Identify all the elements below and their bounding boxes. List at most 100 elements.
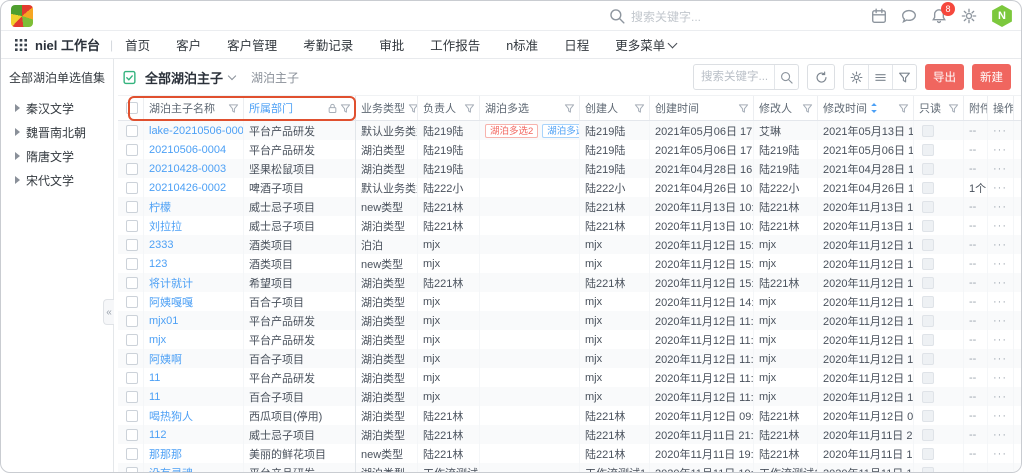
row-checkbox[interactable] — [126, 220, 138, 232]
filter-icon[interactable] — [738, 103, 749, 114]
filter-icon[interactable] — [634, 103, 645, 114]
table-search[interactable]: 搜索关键字... — [693, 64, 799, 90]
filter-icon[interactable] — [464, 103, 475, 114]
sidebar-item-1[interactable]: 魏晋南北朝 — [9, 120, 113, 144]
row-more-icon[interactable]: ··· — [993, 467, 1007, 474]
cell-name[interactable]: lake-20210506-0005 — [144, 121, 244, 140]
row-more-icon[interactable]: ··· — [993, 315, 1007, 327]
column-header-name[interactable]: 湖泊主子名称 — [144, 96, 244, 120]
row-checkbox[interactable] — [126, 334, 138, 346]
cell-ops[interactable]: ··· — [988, 178, 1014, 197]
nav-item-1[interactable]: 客户 — [176, 35, 201, 54]
row-checkbox[interactable] — [126, 182, 138, 194]
column-header-type[interactable]: 业务类型 — [356, 96, 418, 120]
row-more-icon[interactable]: ··· — [993, 182, 1007, 194]
row-checkbox[interactable] — [126, 391, 138, 403]
cell-name[interactable]: 20210426-0002 — [144, 178, 244, 197]
nav-more-menu[interactable]: 更多菜单 — [615, 35, 676, 54]
select-all-checkbox[interactable] — [126, 102, 138, 114]
cell-ops[interactable]: ··· — [988, 197, 1014, 216]
row-checkbox[interactable] — [126, 448, 138, 460]
nav-item-0[interactable]: 首页 — [125, 35, 150, 54]
view-chevron-down-icon[interactable] — [228, 72, 236, 80]
column-header-tags[interactable]: 湖泊多选 — [480, 96, 580, 120]
cell-name[interactable]: 刘拉拉 — [144, 216, 244, 235]
row-checkbox[interactable] — [126, 277, 138, 289]
row-more-icon[interactable]: ··· — [993, 296, 1007, 308]
global-search[interactable]: 搜索关键字... — [609, 8, 701, 25]
filter-icon[interactable] — [564, 103, 575, 114]
cell-name[interactable]: mjx — [144, 330, 244, 349]
cell-ops[interactable]: ··· — [988, 406, 1014, 425]
row-more-icon[interactable]: ··· — [993, 239, 1007, 251]
row-checkbox[interactable] — [126, 144, 138, 156]
row-more-icon[interactable]: ··· — [993, 410, 1007, 422]
refresh-button[interactable] — [807, 64, 835, 90]
calendar-icon[interactable] — [871, 8, 887, 24]
row-checkbox[interactable] — [126, 163, 138, 175]
export-button[interactable]: 导出 — [925, 64, 964, 90]
cell-name[interactable]: 喝热狗人 — [144, 406, 244, 425]
view-tab[interactable]: 湖泊主子 — [251, 69, 299, 86]
row-more-icon[interactable]: ··· — [993, 448, 1007, 460]
notifications[interactable]: 8 — [931, 8, 947, 24]
table-search-icon[interactable] — [774, 65, 798, 89]
cell-name[interactable]: 2333 — [144, 235, 244, 254]
cell-ops[interactable]: ··· — [988, 121, 1014, 140]
filter-icon[interactable] — [948, 103, 959, 114]
row-more-icon[interactable]: ··· — [993, 125, 1007, 137]
cell-name[interactable]: 20210506-0004 — [144, 140, 244, 159]
row-height-icon[interactable] — [868, 65, 892, 89]
filter-icon[interactable] — [408, 103, 418, 114]
filter-icon[interactable] — [228, 103, 239, 114]
cell-name[interactable]: mjx01 — [144, 311, 244, 330]
row-checkbox[interactable] — [126, 372, 138, 384]
sidebar-item-0[interactable]: 秦汉文学 — [9, 96, 113, 120]
filter-icon[interactable] — [898, 103, 909, 114]
app-grid-icon[interactable] — [15, 39, 27, 51]
row-checkbox[interactable] — [126, 429, 138, 441]
cell-ops[interactable]: ··· — [988, 349, 1014, 368]
nav-item-3[interactable]: 考勤记录 — [303, 35, 353, 54]
row-more-icon[interactable]: ··· — [993, 258, 1007, 270]
cell-name[interactable]: 112 — [144, 425, 244, 444]
row-more-icon[interactable]: ··· — [993, 277, 1007, 289]
row-checkbox[interactable] — [126, 296, 138, 308]
cell-ops[interactable]: ··· — [988, 273, 1014, 292]
nav-item-2[interactable]: 客户管理 — [227, 35, 277, 54]
filter-icon[interactable] — [340, 103, 351, 114]
cell-ops[interactable]: ··· — [988, 254, 1014, 273]
row-more-icon[interactable]: ··· — [993, 429, 1007, 441]
cell-ops[interactable]: ··· — [988, 387, 1014, 406]
sidebar-collapse-button[interactable]: « — [103, 299, 114, 325]
column-header-modifier[interactable]: 修改人 — [754, 96, 818, 120]
sidebar-item-2[interactable]: 隋唐文学 — [9, 144, 113, 168]
cell-ops[interactable]: ··· — [988, 463, 1014, 473]
cell-ops[interactable]: ··· — [988, 425, 1014, 444]
cell-name[interactable]: 阿姨啊 — [144, 349, 244, 368]
table-settings-icon[interactable] — [844, 65, 868, 89]
row-checkbox[interactable] — [126, 353, 138, 365]
row-checkbox[interactable] — [126, 258, 138, 270]
column-header-owner[interactable]: 负责人 — [418, 96, 480, 120]
cell-ops[interactable]: ··· — [988, 311, 1014, 330]
cell-name[interactable]: 那那那 — [144, 444, 244, 463]
cell-name[interactable]: 阿姨嘎嘎 — [144, 292, 244, 311]
view-title[interactable]: 全部湖泊主子 — [145, 68, 223, 87]
cell-name[interactable]: 123 — [144, 254, 244, 273]
cell-ops[interactable]: ··· — [988, 444, 1014, 463]
column-header-attach[interactable]: 附件 — [964, 96, 988, 120]
cell-name[interactable]: 将计就计 — [144, 273, 244, 292]
sidebar-item-3[interactable]: 宋代文学 — [9, 168, 113, 192]
nav-item-7[interactable]: 日程 — [564, 35, 589, 54]
row-more-icon[interactable]: ··· — [993, 201, 1007, 213]
sort-icon[interactable] — [870, 102, 878, 114]
row-checkbox[interactable] — [126, 239, 138, 251]
workspace-title[interactable]: niel 工作台 — [35, 35, 100, 54]
cell-ops[interactable]: ··· — [988, 140, 1014, 159]
row-more-icon[interactable]: ··· — [993, 163, 1007, 175]
row-more-icon[interactable]: ··· — [993, 372, 1007, 384]
row-more-icon[interactable]: ··· — [993, 334, 1007, 346]
user-avatar[interactable]: N — [991, 5, 1013, 27]
cell-name[interactable]: 11 — [144, 368, 244, 387]
